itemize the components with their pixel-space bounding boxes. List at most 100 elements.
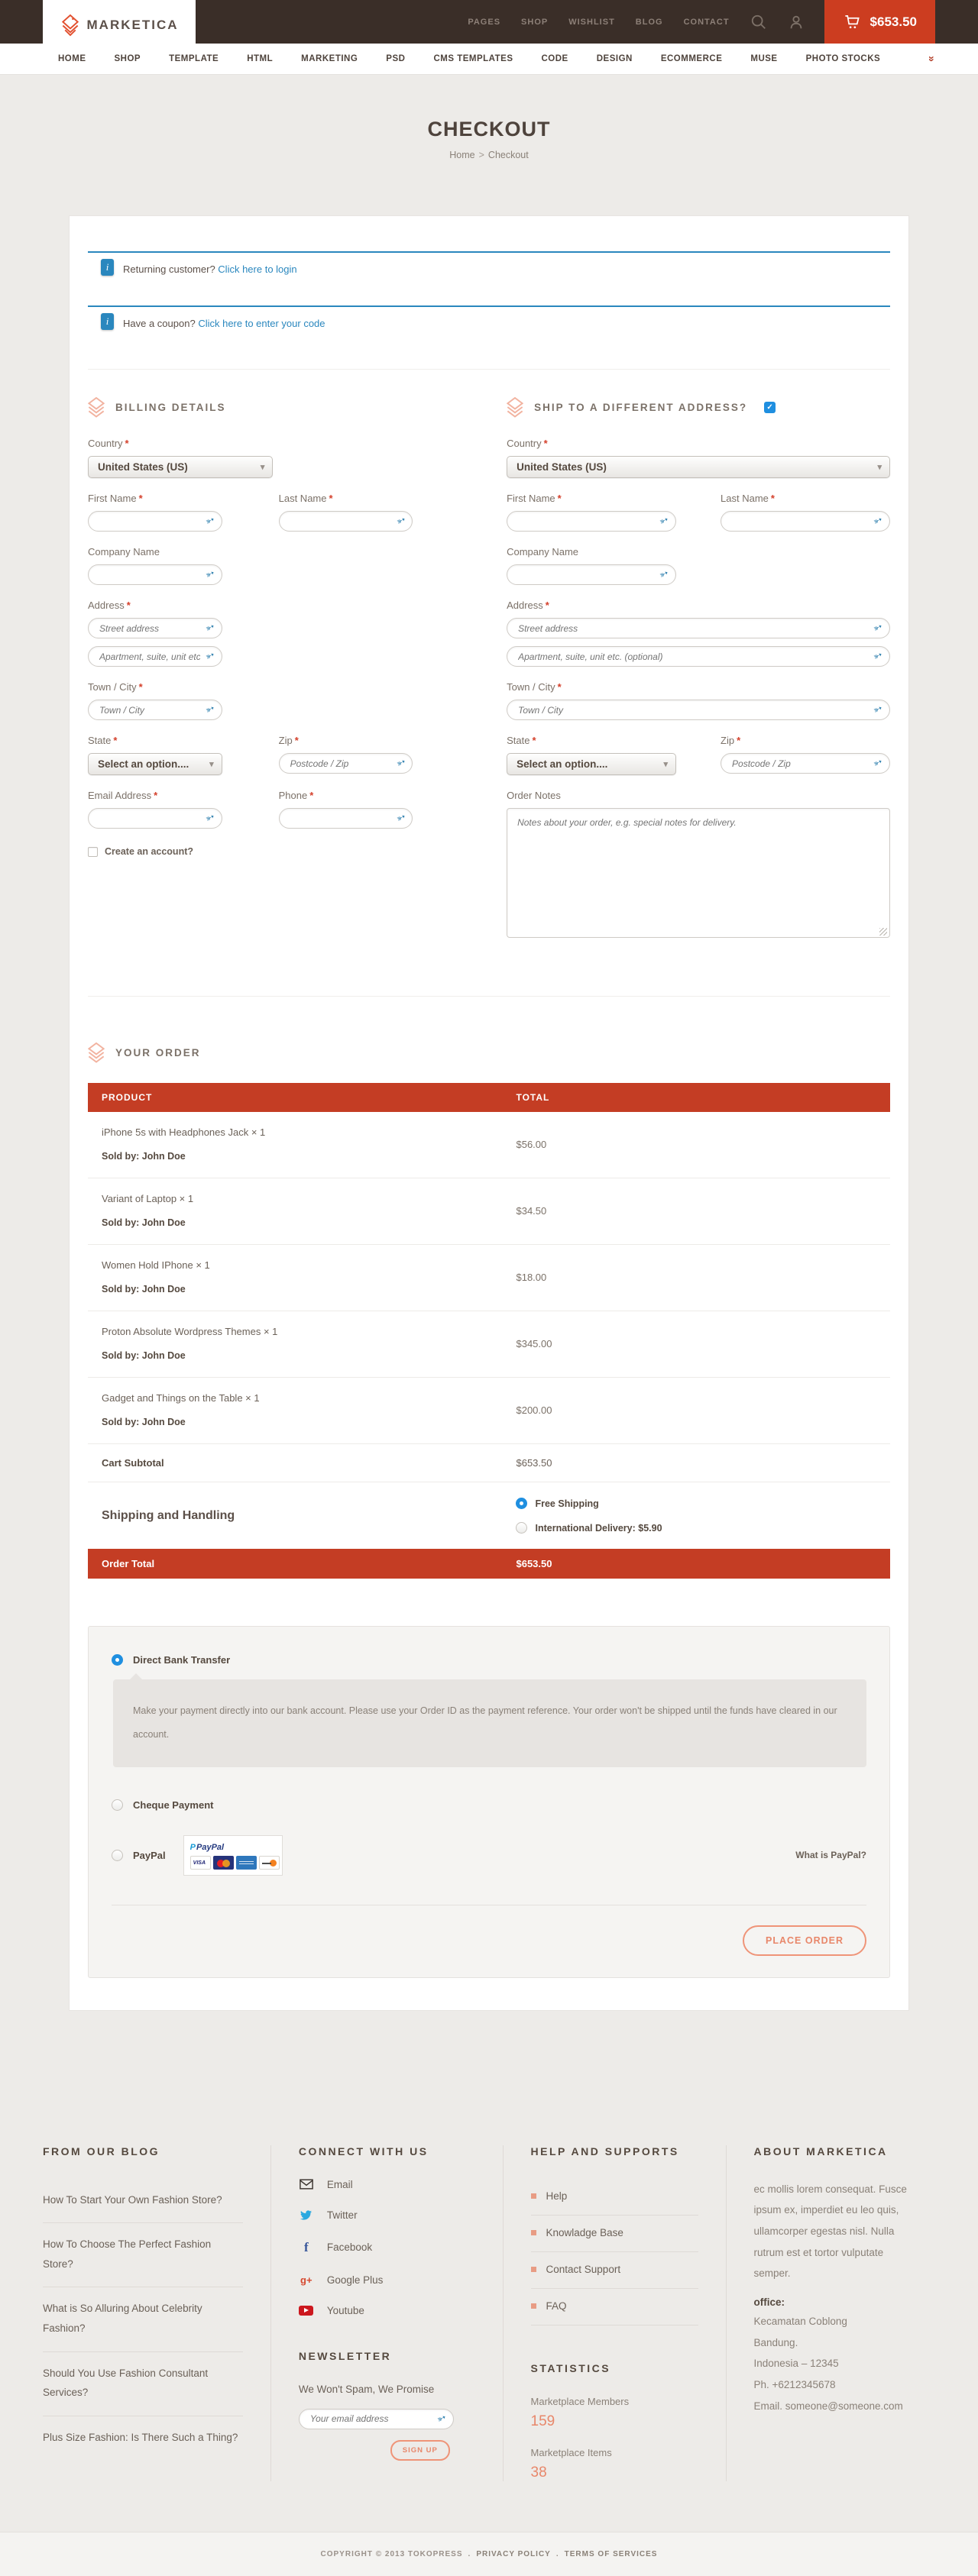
payment-method-cheque[interactable]: Cheque Payment [112,1799,866,1811]
stat-value: 159 [531,2413,698,2430]
shipping-option-free[interactable]: Free Shipping [516,1498,876,1509]
product-name: Gadget and Things on the Table × 1 [102,1392,516,1404]
billing-last-name-input[interactable] [279,511,413,532]
place-order-button[interactable]: PLACE ORDER [743,1925,866,1956]
menu-item-code[interactable]: CODE [542,54,568,63]
menu-item-marketing[interactable]: MARKETING [301,54,358,63]
field-label: Address* [88,600,413,611]
shipping-apartment-input[interactable] [507,646,890,667]
billing-first-name-input[interactable] [88,511,222,532]
user-account-icon[interactable] [788,14,805,31]
footer: FROM OUR BLOG How To Start Your Own Fash… [0,2066,978,2532]
terms-link[interactable]: TERMS OF SERVICES [565,2550,658,2558]
ship-different-checkbox[interactable]: ✓ [764,402,776,413]
resize-handle-icon[interactable] [879,928,887,936]
order-notes-textarea[interactable] [507,808,890,938]
billing-apartment-input[interactable] [88,646,222,667]
product-vendor: Sold by: John Doe [102,1350,516,1361]
social-link-youtube[interactable]: Youtube [299,2305,475,2316]
login-link[interactable]: Click here to login [218,263,296,275]
billing-phone-input[interactable] [279,808,413,829]
menu-item-ecommerce[interactable]: ECOMMERCE [661,54,723,63]
shipping-town-input[interactable] [507,700,890,720]
help-link[interactable]: Knowladge Base [531,2216,698,2252]
shipping-company-input[interactable] [507,564,676,585]
menu-item-home[interactable]: HOME [58,54,86,63]
top-header: MARKETICA PAGES SHOP WISHLIST BLOG CONTA… [0,0,978,44]
billing-town-input[interactable] [88,700,222,720]
google-plus-icon: g+ [299,2274,314,2286]
shipping-option-international[interactable]: International Delivery: $5.90 [516,1522,876,1534]
blog-link[interactable]: How To Start Your Own Fashion Store? [43,2179,243,2224]
copyright-bar: COPYRIGHT © 2013 TOKOPRESS . PRIVACY POL… [0,2532,978,2576]
newsletter-signup-button[interactable]: SIGN UP [390,2440,450,2461]
coupon-link[interactable]: Click here to enter your code [198,318,325,329]
menu-expand-icon[interactable]: » [926,56,938,62]
cart-button[interactable]: $653.50 [824,0,935,44]
connect-heading: CONNECT WITH US [299,2145,475,2157]
blog-link[interactable]: How To Choose The Perfect Fashion Store? [43,2223,243,2287]
top-nav-shop[interactable]: SHOP [521,18,548,27]
billing-country-select[interactable]: United States (US) ▾ [88,456,273,478]
menu-item-cms-templates[interactable]: CMS TEMPLATES [433,54,513,63]
footer-blog-column: FROM OUR BLOG How To Start Your Own Fash… [43,2145,270,2481]
top-nav: PAGES SHOP WISHLIST BLOG CONTACT [468,14,804,31]
billing-email-input[interactable] [88,808,222,829]
top-nav-blog[interactable]: BLOG [636,18,663,27]
column-total: TOTAL [516,1092,876,1103]
payment-method-paypal[interactable]: PayPal PPayPal VISA What is PayPal? [112,1835,866,1876]
order-item-row: Gadget and Things on the Table × 1Sold b… [88,1378,890,1444]
payment-method-bank-transfer[interactable]: Direct Bank Transfer [112,1654,866,1666]
breadcrumb-home-link[interactable]: Home [449,150,474,160]
menu-item-html[interactable]: HTML [247,54,273,63]
blog-link[interactable]: What is So Alluring About Celebrity Fash… [43,2287,243,2351]
billing-country-field: Country* United States (US) ▾ [88,438,413,478]
twitter-icon [299,2209,314,2221]
billing-zip-input[interactable] [279,753,413,774]
what-is-paypal-link[interactable]: What is PayPal? [795,1850,866,1860]
field-label: Zip* [279,735,413,746]
shipping-first-name-input[interactable] [507,511,676,532]
newsletter-email-input[interactable] [299,2409,454,2429]
billing-company-input[interactable] [88,564,222,585]
statistics-heading: STATISTICS [531,2362,698,2374]
newsletter-heading: NEWSLETTER [299,2350,475,2362]
blog-link[interactable]: Should You Use Fashion Consultant Servic… [43,2352,243,2416]
menu-item-template[interactable]: TEMPLATE [169,54,219,63]
help-link[interactable]: FAQ [531,2289,698,2326]
search-icon[interactable] [750,14,767,31]
help-link[interactable]: Help [531,2179,698,2216]
menu-item-design[interactable]: DESIGN [597,54,633,63]
menu-item-photo-stocks[interactable]: PHOTO STOCKS [806,54,881,63]
shipping-state-select[interactable]: Select an option.... ▾ [507,753,676,775]
top-nav-contact[interactable]: CONTACT [684,18,730,27]
shipping-zip-input[interactable] [721,753,890,774]
facebook-icon: f [299,2240,314,2255]
discover-card-icon [259,1856,280,1870]
billing-state-select[interactable]: Select an option.... ▾ [88,753,222,775]
privacy-policy-link[interactable]: PRIVACY POLICY [476,2550,551,2558]
menu-item-muse[interactable]: MUSE [750,54,777,63]
menu-item-psd[interactable]: PSD [386,54,405,63]
brand-logo[interactable]: MARKETICA [43,0,196,50]
field-label: Last Name* [721,493,890,504]
social-link-email[interactable]: Email [299,2179,475,2190]
blog-link[interactable]: Plus Size Fashion: Is There Such a Thing… [43,2416,243,2461]
shipping-country-select[interactable]: United States (US) ▾ [507,456,890,478]
shipping-last-name-input[interactable] [721,511,890,532]
shipping-street-input[interactable] [507,618,890,638]
order-item-row: Proton Absolute Wordpress Themes × 1Sold… [88,1311,890,1378]
product-total: $56.00 [516,1139,876,1150]
social-link-google-plus[interactable]: g+ Google Plus [299,2274,475,2286]
create-account-checkbox[interactable]: Create an account? [88,846,413,857]
billing-email-field: Email Address* ➳ [88,790,222,829]
top-nav-pages[interactable]: PAGES [468,18,500,27]
breadcrumb-current: Checkout [488,150,529,160]
top-nav-wishlist[interactable]: WISHLIST [568,18,615,27]
billing-last-name-field: Last Name* ➳ [279,493,413,532]
social-link-facebook[interactable]: f Facebook [299,2240,475,2255]
menu-item-shop[interactable]: SHOP [115,54,141,63]
billing-street-input[interactable] [88,618,222,638]
social-link-twitter[interactable]: Twitter [299,2209,475,2221]
help-link[interactable]: Contact Support [531,2252,698,2289]
